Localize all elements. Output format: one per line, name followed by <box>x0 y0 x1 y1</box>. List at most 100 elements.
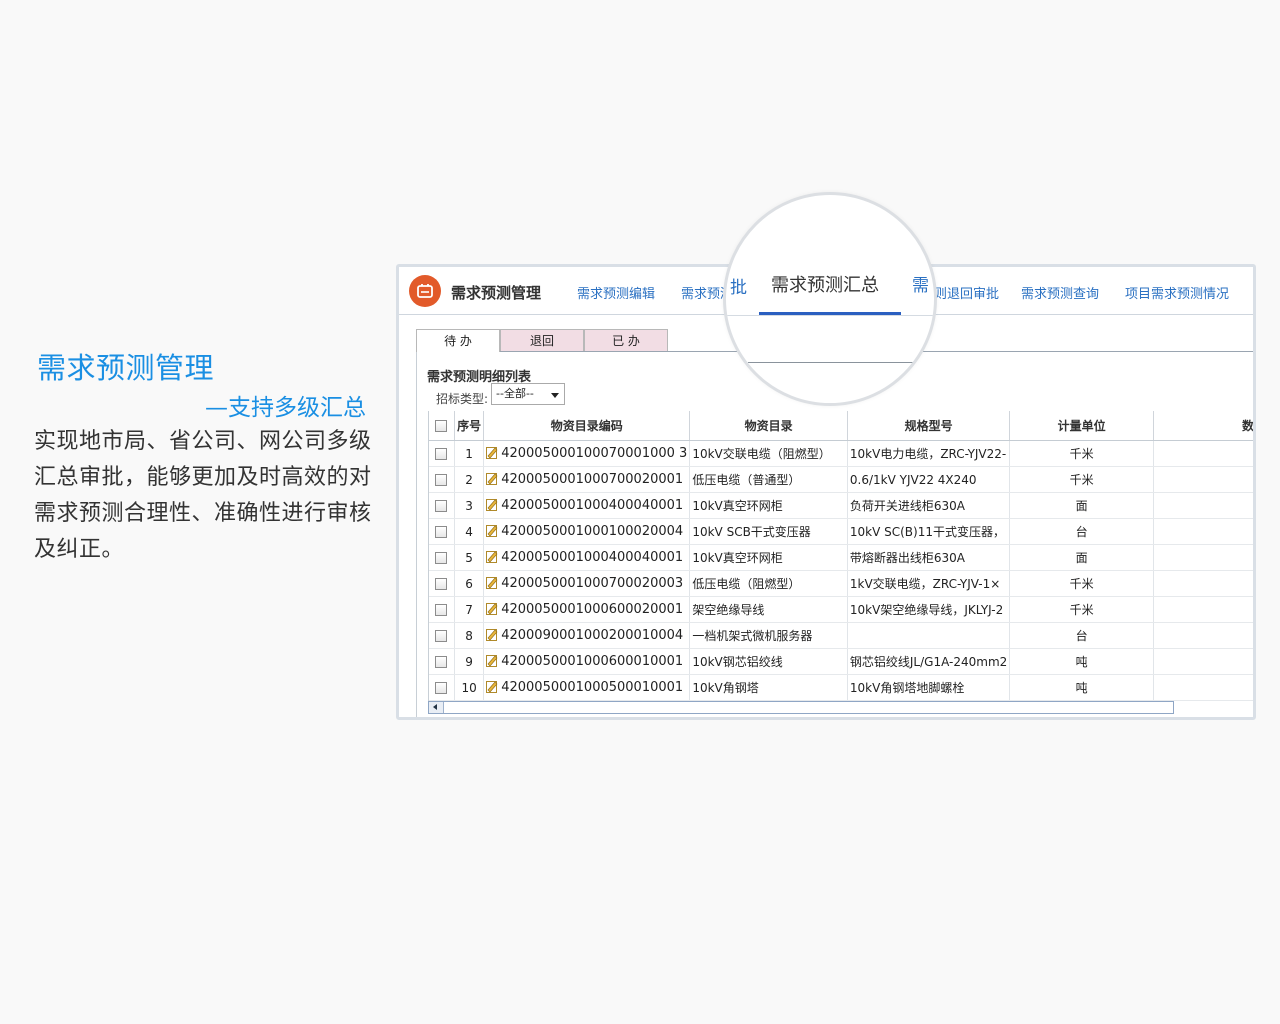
nav-demand-forecast-edit[interactable]: 需求预测编辑 <box>577 283 655 302</box>
row-checkbox-cell[interactable] <box>429 674 455 701</box>
nav-project-demand-forecast[interactable]: 项目需求预测情况 <box>1125 283 1229 302</box>
unit-cell: 面 <box>1009 492 1155 519</box>
col-header-material-code[interactable]: 物资目录编码 <box>483 411 691 441</box>
magnifier-left-fragment: 批 <box>730 278 747 298</box>
row-checkbox[interactable] <box>435 500 448 512</box>
row-checkbox-cell[interactable] <box>429 648 455 675</box>
promo-subtitle: —支持多级汇总 <box>205 395 366 421</box>
app-title: 需求预测管理 <box>451 284 542 302</box>
unit-cell: 千米 <box>1009 596 1155 623</box>
material-catalog-cell: 10kV钢芯铝绞线 <box>689 648 848 675</box>
nav-rule-return-approval[interactable]: 则退回审批 <box>934 283 999 302</box>
edit-icon[interactable] <box>486 680 498 693</box>
material-catalog-cell: 低压电缆（阻燃型） <box>689 570 848 597</box>
row-index: 3 <box>454 492 485 519</box>
unit-cell: 千米 <box>1009 466 1155 493</box>
edit-icon[interactable] <box>486 628 498 641</box>
row-checkbox[interactable] <box>435 474 448 486</box>
horizontal-scrollbar[interactable] <box>428 701 1174 714</box>
material-code-cell: 4200050001000600020001 <box>483 596 691 623</box>
table-row[interactable]: 3 4200050001000400040001 10kV真空环网柜 负荷开关进线柜6… <box>429 492 1253 519</box>
spec-model-cell: 10kV角钢塔地脚螺栓 <box>847 674 1011 701</box>
unit-cell: 吨 <box>1009 648 1155 675</box>
col-header-material-catalog[interactable]: 物资目录 <box>689 411 848 441</box>
select-all-checkbox-cell[interactable] <box>429 411 455 441</box>
material-code-cell: 4200050001000400040001 <box>483 544 691 571</box>
bid-type-select[interactable]: --全部-- <box>491 383 565 405</box>
material-catalog-cell: 架空绝缘导线 <box>689 596 848 623</box>
col-header-quantity[interactable]: 数 <box>1153 411 1253 441</box>
table-row[interactable]: 5 4200050001000400040001 10kV真空环网柜 带熔断器出线柜6… <box>429 544 1253 571</box>
row-checkbox-cell[interactable] <box>429 596 455 623</box>
material-code-cell: 4200050001000600010001 <box>483 648 691 675</box>
cart-icon <box>409 275 441 307</box>
row-checkbox-cell[interactable] <box>429 466 455 493</box>
quantity-cell <box>1153 622 1253 649</box>
edit-icon[interactable] <box>486 472 498 485</box>
table-row[interactable]: 6 4200050001000700020003 低压电缆（阻燃型） 1kV交联电缆，… <box>429 570 1253 597</box>
col-header-unit[interactable]: 计量单位 <box>1009 411 1155 441</box>
material-code: 4200050001000700020003 <box>501 576 684 591</box>
table-row[interactable]: 8 4200090001000200010004 一档机架式微机服务器 台 <box>429 622 1253 649</box>
scroll-left-icon[interactable] <box>429 702 444 713</box>
material-code: 4200050001000100020004 <box>501 524 684 539</box>
row-index: 6 <box>454 570 485 597</box>
material-code: 420005000100070001000 3 <box>501 446 688 461</box>
row-index: 4 <box>454 518 485 545</box>
spec-model-cell: 10kV电力电缆，ZRC-YJV22- <box>847 440 1011 467</box>
magnifier-right-fragment: 需 <box>912 276 929 296</box>
quantity-cell <box>1153 518 1253 545</box>
row-checkbox-cell[interactable] <box>429 492 455 519</box>
row-checkbox[interactable] <box>435 578 448 590</box>
bid-type-select-value: --全部-- <box>496 387 534 400</box>
table-row[interactable]: 4 4200050001000100020004 10kV SCB干式变压器 10kV… <box>429 518 1253 545</box>
row-checkbox[interactable] <box>435 656 448 668</box>
magnifier-header-line <box>726 315 934 316</box>
unit-cell: 面 <box>1009 544 1155 571</box>
quantity-cell <box>1153 492 1253 519</box>
table-row[interactable]: 1 420005000100070001000 3 10kV交联电缆（阻燃型） 10k… <box>429 440 1253 467</box>
edit-icon[interactable] <box>486 576 498 589</box>
quantity-cell <box>1153 440 1253 467</box>
row-checkbox[interactable] <box>435 604 448 616</box>
row-checkbox-cell[interactable] <box>429 544 455 571</box>
row-checkbox-cell[interactable] <box>429 622 455 649</box>
tab-done[interactable]: 已 办 <box>584 329 668 351</box>
spec-model-cell: 1kV交联电缆，ZRC-YJV-1× <box>847 570 1011 597</box>
row-index: 5 <box>454 544 485 571</box>
material-catalog-cell: 10kV SCB干式变压器 <box>689 518 848 545</box>
table-row[interactable]: 2 4200050001000700020001 低压电缆（普通型） 0.6/1kV … <box>429 466 1253 493</box>
edit-icon[interactable] <box>486 550 498 563</box>
row-checkbox[interactable] <box>435 682 448 694</box>
table-row[interactable]: 10 4200050001000500010001 10kV角钢塔 10kV角钢塔地脚… <box>429 674 1253 701</box>
table-row[interactable]: 9 4200050001000600010001 10kV钢芯铝绞线 钢芯铝绞线JL/… <box>429 648 1253 675</box>
magnifier-label[interactable]: 需求预测汇总 <box>771 271 879 297</box>
quantity-cell <box>1153 466 1253 493</box>
row-checkbox[interactable] <box>435 526 448 538</box>
material-code: 4200050001000400040001 <box>501 498 684 513</box>
row-checkbox[interactable] <box>435 552 448 564</box>
quantity-cell <box>1153 648 1253 675</box>
edit-icon[interactable] <box>486 602 498 615</box>
tab-pending[interactable]: 待 办 <box>416 329 500 352</box>
edit-icon[interactable] <box>486 524 498 537</box>
select-all-checkbox[interactable] <box>435 420 448 432</box>
col-header-spec-model[interactable]: 规格型号 <box>847 411 1011 441</box>
row-checkbox[interactable] <box>435 448 448 460</box>
unit-cell: 吨 <box>1009 674 1155 701</box>
edit-icon[interactable] <box>486 654 498 667</box>
material-code-cell: 4200090001000200010004 <box>483 622 691 649</box>
unit-cell: 千米 <box>1009 440 1155 467</box>
row-checkbox-cell[interactable] <box>429 570 455 597</box>
row-checkbox-cell[interactable] <box>429 440 455 467</box>
row-checkbox[interactable] <box>435 630 448 642</box>
nav-demand-forecast-query[interactable]: 需求预测查询 <box>1021 283 1099 302</box>
spec-model-cell: 0.6/1kV YJV22 4X240 <box>847 466 1011 493</box>
edit-icon[interactable] <box>486 446 498 459</box>
material-catalog-cell: 10kV交联电缆（阻燃型） <box>689 440 848 467</box>
edit-icon[interactable] <box>486 498 498 511</box>
row-checkbox-cell[interactable] <box>429 518 455 545</box>
col-header-index[interactable]: 序号 <box>454 411 485 441</box>
tab-returned[interactable]: 退回 <box>500 329 584 351</box>
table-row[interactable]: 7 4200050001000600020001 架空绝缘导线 10kV架空绝缘导线，… <box>429 596 1253 623</box>
